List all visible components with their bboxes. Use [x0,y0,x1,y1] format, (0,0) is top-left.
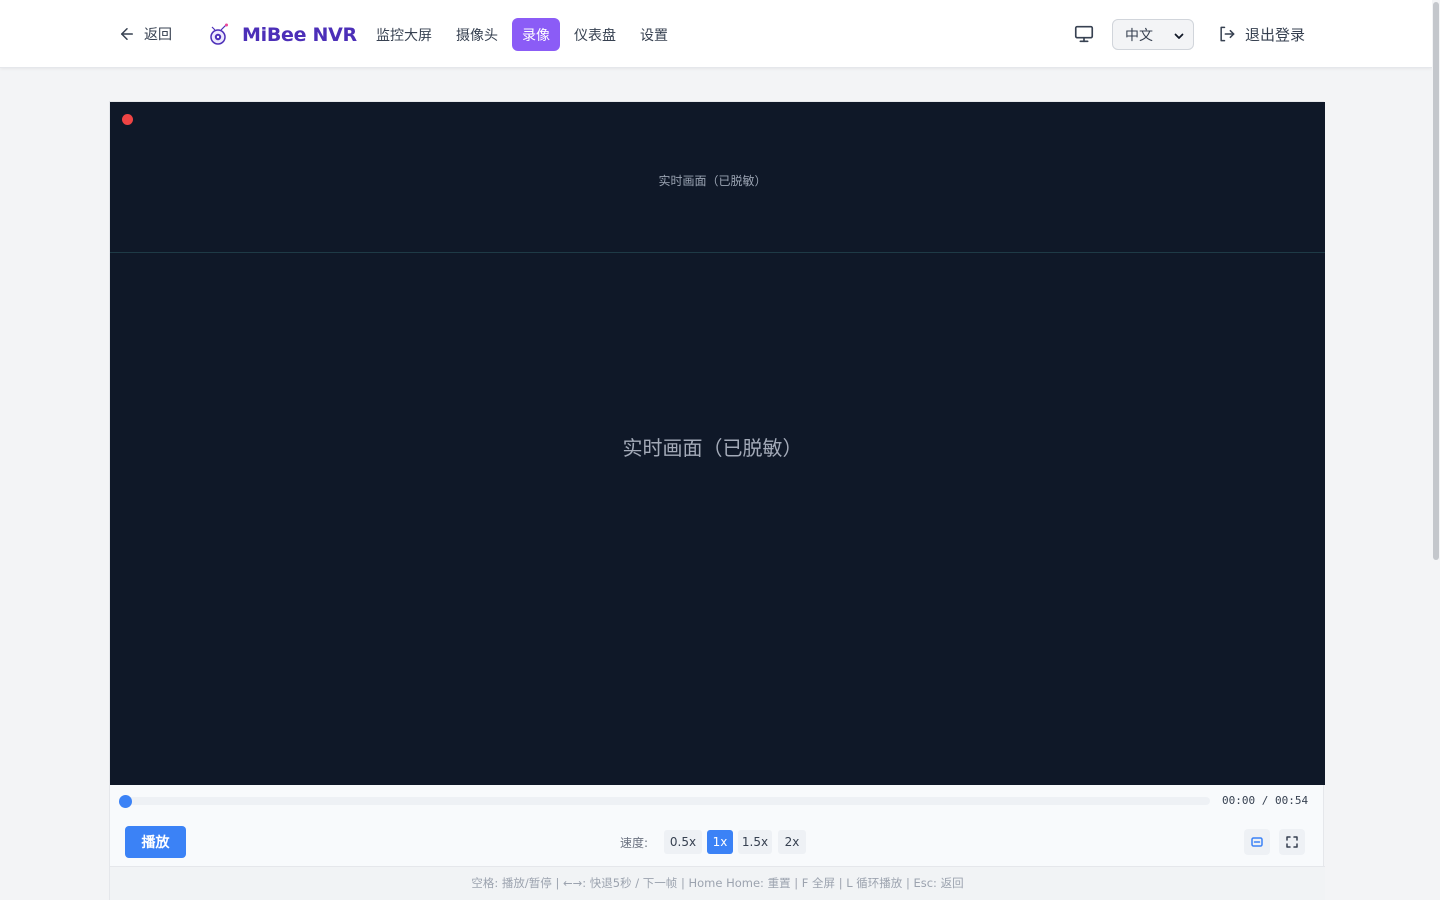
nav-item-dashboard[interactable]: 仪表盘 [564,18,626,51]
time-display: 00:00 / 00:54 [1222,794,1309,807]
logout-icon [1220,26,1235,42]
video-caption-center: 实时画面（已脱敏） [622,436,803,460]
nav-label: 仪表盘 [574,27,616,44]
page-scrollbar-thumb[interactable] [1433,2,1439,560]
arrow-left-icon [121,28,133,40]
app-name: MiBee NVR [242,24,357,46]
progress-handle[interactable] [119,795,132,808]
back-label: 返回 [144,27,172,43]
nav-label: 录像 [522,27,550,44]
play-button[interactable]: 播放 [125,826,186,858]
monitor-icon[interactable] [1073,23,1095,45]
speed-1x-button[interactable]: 1x [707,830,733,854]
language-value: 中文 [1125,27,1153,44]
total-time: 00:54 [1275,794,1309,807]
nav-item-recordings[interactable]: 录像 [512,18,560,51]
nav-label: 设置 [640,27,668,44]
main-nav: 监控大屏 摄像头 录像 仪表盘 设置 [366,18,678,51]
nav-label: 摄像头 [456,27,498,44]
speed-0.5x-button[interactable]: 0.5x [664,830,702,854]
fullscreen-icon [1286,836,1298,848]
speed-1.5x-button[interactable]: 1.5x [738,830,772,854]
video-divider [110,252,1325,253]
video-area[interactable]: 实时画面（已脱敏） 实时画面（已脱敏） [110,102,1325,785]
fullscreen-button[interactable] [1279,829,1305,855]
loop-button[interactable] [1244,829,1270,855]
recording-indicator [122,114,133,125]
speed-label: 速度: [620,836,649,850]
nav-label: 监控大屏 [376,27,432,44]
logout-button[interactable]: 退出登录 [1217,22,1305,46]
video-player: 实时画面（已脱敏） 实时画面（已脱敏） 00:00 / 00:54 播放 速度:… [109,101,1325,900]
keyboard-shortcuts-hint: 空格: 播放/暂停 | ←→: 快退5秒 / 下一帧 | Home Home: … [110,866,1325,900]
current-time: 00:00 [1222,794,1256,807]
nav-item-cameras[interactable]: 摄像头 [446,18,508,51]
language-select[interactable]: 中文 [1112,19,1194,50]
progress-bar[interactable] [122,797,1210,805]
bee-logo-icon [210,23,228,45]
speed-2x-button[interactable]: 2x [778,830,806,854]
app-logo[interactable]: MiBee NVR [206,20,357,50]
nav-item-settings[interactable]: 设置 [630,18,678,51]
top-header: 返回 MiBee NVR 监控大屏 摄像头 录像 仪表盘 设置 中文 退出登录 [0,0,1432,68]
logout-label: 退出登录 [1245,25,1306,44]
back-button[interactable]: 返回 [118,22,172,46]
nav-item-monitor-wall[interactable]: 监控大屏 [366,18,442,51]
chevron-down-icon [1174,33,1184,39]
loop-icon [1251,837,1263,847]
video-caption-small: 实时画面（已脱敏） [658,174,767,188]
